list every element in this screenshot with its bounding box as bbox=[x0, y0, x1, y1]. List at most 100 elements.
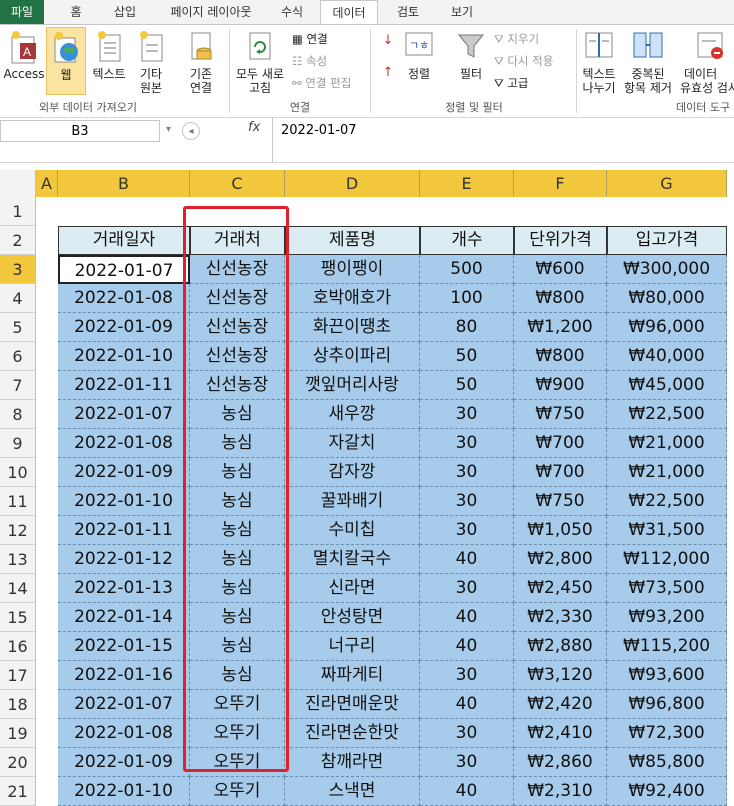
row-header-8[interactable]: 8 bbox=[0, 400, 36, 429]
total-cell[interactable]: ₩96,000 bbox=[607, 313, 727, 342]
row-header-18[interactable]: 18 bbox=[0, 690, 36, 719]
qty-cell[interactable]: 40 bbox=[420, 777, 514, 806]
properties-button[interactable]: ☷ 속성 bbox=[292, 53, 327, 69]
other-sources-button[interactable]: 기타 원본 bbox=[132, 29, 170, 95]
vendor-cell[interactable]: 농심 bbox=[190, 603, 285, 632]
unit-price-cell[interactable]: ₩800 bbox=[514, 342, 607, 371]
text-to-columns-button[interactable]: 텍스트 나누기 bbox=[578, 29, 620, 95]
column-header-f[interactable]: F bbox=[514, 170, 607, 197]
date-cell[interactable]: 2022-01-08 bbox=[58, 719, 190, 748]
filter-button[interactable]: 필터 bbox=[452, 29, 490, 95]
qty-cell[interactable]: 80 bbox=[420, 313, 514, 342]
row-header-13[interactable]: 13 bbox=[0, 545, 36, 574]
header-cell[interactable]: 제품명 bbox=[285, 226, 420, 255]
header-cell[interactable]: 입고가격 bbox=[607, 226, 727, 255]
date-cell[interactable]: 2022-01-11 bbox=[58, 516, 190, 545]
vendor-cell[interactable]: 농심 bbox=[190, 516, 285, 545]
product-cell[interactable]: 자갈치 bbox=[285, 429, 420, 458]
qty-cell[interactable]: 40 bbox=[420, 603, 514, 632]
product-cell[interactable]: 상추이파리 bbox=[285, 342, 420, 371]
qty-cell[interactable]: 40 bbox=[420, 632, 514, 661]
qty-cell[interactable]: 30 bbox=[420, 574, 514, 603]
tab-review[interactable]: 검토 bbox=[386, 0, 430, 24]
date-cell[interactable]: 2022-01-07 bbox=[58, 690, 190, 719]
unit-price-cell[interactable]: ₩600 bbox=[514, 255, 607, 284]
unit-price-cell[interactable]: ₩900 bbox=[514, 371, 607, 400]
unit-price-cell[interactable]: ₩2,310 bbox=[514, 777, 607, 806]
date-cell[interactable]: 2022-01-10 bbox=[58, 487, 190, 516]
unit-price-cell[interactable]: ₩700 bbox=[514, 458, 607, 487]
vendor-cell[interactable]: 신선농장 bbox=[190, 313, 285, 342]
reapply-button[interactable]: ⛛ 다시 적용 bbox=[494, 53, 553, 69]
total-cell[interactable]: ₩80,000 bbox=[607, 284, 727, 313]
row-header-16[interactable]: 16 bbox=[0, 632, 36, 661]
from-text-button[interactable]: 텍스트 bbox=[88, 29, 130, 95]
name-box[interactable]: B3 bbox=[0, 120, 160, 142]
total-cell[interactable]: ₩40,000 bbox=[607, 342, 727, 371]
tab-view[interactable]: 보기 bbox=[440, 0, 484, 24]
unit-price-cell[interactable]: ₩750 bbox=[514, 400, 607, 429]
date-cell[interactable]: 2022-01-10 bbox=[58, 342, 190, 371]
total-cell[interactable]: ₩22,500 bbox=[607, 400, 727, 429]
tab-formulas[interactable]: 수식 bbox=[270, 0, 314, 24]
vendor-cell[interactable]: 오뚜기 bbox=[190, 748, 285, 777]
date-cell[interactable]: 2022-01-15 bbox=[58, 632, 190, 661]
qty-cell[interactable]: 30 bbox=[420, 400, 514, 429]
product-cell[interactable]: 멸치칼국수 bbox=[285, 545, 420, 574]
product-cell[interactable]: 수미칩 bbox=[285, 516, 420, 545]
clear-button[interactable]: ⛛ 지우기 bbox=[494, 31, 539, 47]
date-cell[interactable]: 2022-01-07 bbox=[58, 400, 190, 429]
vendor-cell[interactable]: 농심 bbox=[190, 400, 285, 429]
product-cell[interactable]: 팽이팽이 bbox=[285, 255, 420, 284]
date-cell[interactable]: 2022-01-08 bbox=[58, 284, 190, 313]
data-validation-button[interactable]: 데이터 유효성 검사 bbox=[678, 29, 734, 95]
unit-price-cell[interactable]: ₩2,800 bbox=[514, 545, 607, 574]
unit-price-cell[interactable]: ₩1,200 bbox=[514, 313, 607, 342]
vendor-cell[interactable]: 오뚜기 bbox=[190, 777, 285, 806]
unit-price-cell[interactable]: ₩3,120 bbox=[514, 661, 607, 690]
date-cell[interactable]: 2022-01-08 bbox=[58, 429, 190, 458]
qty-cell[interactable]: 50 bbox=[420, 371, 514, 400]
column-header-g[interactable]: G bbox=[607, 170, 727, 197]
product-cell[interactable]: 감자깡 bbox=[285, 458, 420, 487]
vendor-cell[interactable]: 오뚜기 bbox=[190, 719, 285, 748]
date-cell[interactable]: 2022-01-14 bbox=[58, 603, 190, 632]
total-cell[interactable]: ₩85,800 bbox=[607, 748, 727, 777]
vendor-cell[interactable]: 오뚜기 bbox=[190, 690, 285, 719]
row-header-6[interactable]: 6 bbox=[0, 342, 36, 371]
qty-cell[interactable]: 40 bbox=[420, 690, 514, 719]
date-cell[interactable]: 2022-01-11 bbox=[58, 371, 190, 400]
qty-cell[interactable]: 30 bbox=[420, 748, 514, 777]
unit-price-cell[interactable]: ₩750 bbox=[514, 487, 607, 516]
name-box-dropdown-icon[interactable]: ▾ bbox=[166, 124, 171, 135]
row-header-14[interactable]: 14 bbox=[0, 574, 36, 603]
product-cell[interactable]: 진라면순한맛 bbox=[285, 719, 420, 748]
date-cell[interactable]: 2022-01-09 bbox=[58, 313, 190, 342]
row-header-2[interactable]: 2 bbox=[0, 226, 36, 255]
tab-insert[interactable]: 삽입 bbox=[100, 0, 150, 24]
column-header-d[interactable]: D bbox=[285, 170, 420, 197]
product-cell[interactable]: 진라면매운맛 bbox=[285, 690, 420, 719]
column-header-a[interactable]: A bbox=[36, 170, 58, 197]
fx-icon[interactable]: fx bbox=[248, 120, 260, 135]
product-cell[interactable]: 새우깡 bbox=[285, 400, 420, 429]
qty-cell[interactable]: 50 bbox=[420, 342, 514, 371]
row-header-4[interactable]: 4 bbox=[0, 284, 36, 313]
product-cell[interactable]: 호박애호가 bbox=[285, 284, 420, 313]
date-cell[interactable]: 2022-01-09 bbox=[58, 458, 190, 487]
connections-button[interactable]: ▦ 연결 bbox=[292, 31, 328, 47]
unit-price-cell[interactable]: ₩2,420 bbox=[514, 690, 607, 719]
product-cell[interactable]: 신라면 bbox=[285, 574, 420, 603]
row-header-1[interactable]: 1 bbox=[0, 197, 36, 226]
date-cell[interactable]: 2022-01-10 bbox=[58, 777, 190, 806]
row-header-10[interactable]: 10 bbox=[0, 458, 36, 487]
total-cell[interactable]: ₩21,000 bbox=[607, 429, 727, 458]
header-cell[interactable]: 개수 bbox=[420, 226, 514, 255]
tab-file[interactable]: 파일 bbox=[0, 0, 44, 24]
refresh-all-button[interactable]: 모두 새로 고침 bbox=[232, 29, 288, 95]
date-cell[interactable]: 2022-01-16 bbox=[58, 661, 190, 690]
web-button[interactable]: 웹 bbox=[46, 27, 86, 95]
row-header-9[interactable]: 9 bbox=[0, 429, 36, 458]
qty-cell[interactable]: 30 bbox=[420, 516, 514, 545]
total-cell[interactable]: ₩115,200 bbox=[607, 632, 727, 661]
